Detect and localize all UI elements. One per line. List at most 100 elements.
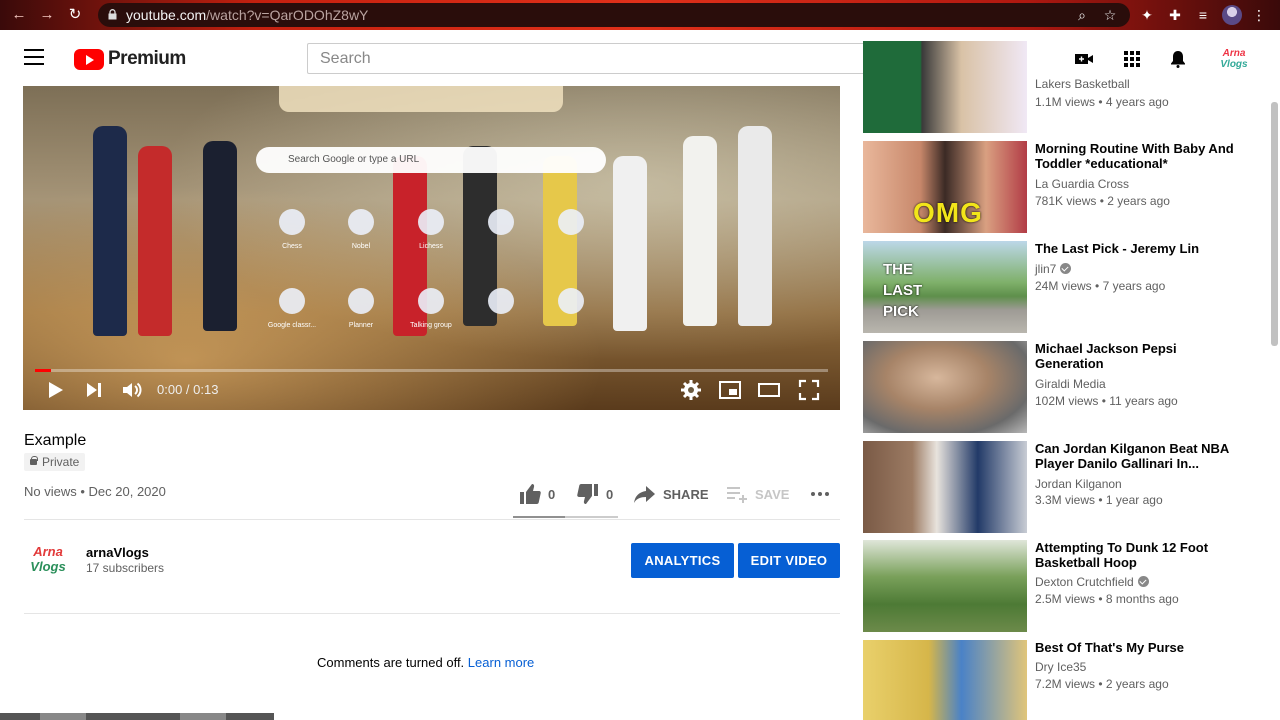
dislike-count: 0 — [606, 486, 614, 502]
video-frame-shortcut-label: Nobel — [351, 243, 371, 250]
youtube-play-icon — [74, 48, 104, 70]
search-input[interactable] — [308, 44, 871, 73]
verified-badge-icon — [1060, 263, 1072, 274]
recommended-title[interactable]: The Last Pick - Jeremy Lin — [1035, 241, 1245, 256]
youtube-premium-logo[interactable]: Premium — [74, 48, 186, 70]
recommended-channel[interactable]: Dexton Crutchfield — [1035, 575, 1149, 589]
recommended-video[interactable]: OMG Morning Routine With Baby And Toddle… — [863, 141, 1263, 233]
back-icon[interactable]: ← — [10, 6, 28, 24]
profile-avatar[interactable] — [1222, 5, 1242, 25]
recommended-channel[interactable]: La Guardia Cross — [1035, 177, 1129, 191]
theater-mode-icon[interactable] — [757, 378, 781, 402]
bookmark-star-icon[interactable]: ☆ — [1102, 7, 1118, 23]
video-thumbnail[interactable] — [863, 640, 1027, 720]
recommended-title[interactable]: Can Jordan Kilganon Beat NBA Player Dani… — [1035, 441, 1245, 471]
video-thumbnail[interactable] — [863, 540, 1027, 632]
video-frame-shortcut-label: Talking group — [410, 322, 452, 329]
channel-avatar-text-bottom: Vlogs — [30, 559, 66, 574]
vertical-scrollbar[interactable] — [1271, 102, 1278, 346]
sentiment-bar — [513, 516, 618, 518]
edit-video-button[interactable]: EDIT VIDEO — [738, 543, 840, 578]
video-figure — [613, 156, 647, 331]
reading-list-icon[interactable]: ≡ — [1194, 6, 1212, 24]
lock-icon — [108, 9, 117, 20]
recommended-video[interactable]: Lakers Basketball 1.1M views • 4 years a… — [863, 41, 1263, 133]
recommended-channel[interactable]: Jordan Kilganon — [1035, 477, 1122, 491]
miniplayer-icon[interactable] — [718, 378, 742, 402]
video-figure — [93, 126, 127, 336]
play-icon[interactable] — [43, 378, 67, 402]
learn-more-link[interactable]: Learn more — [468, 655, 534, 670]
recommended-title[interactable]: Morning Routine With Baby And Toddler *e… — [1035, 141, 1245, 171]
video-thumbnail[interactable]: OMG — [863, 141, 1027, 233]
recommended-title[interactable]: Best Of That's My Purse — [1035, 640, 1245, 655]
video-meta: No views • Dec 20, 2020 — [24, 484, 166, 499]
recommended-video[interactable]: Best Of That's My Purse Dry Ice35 7.2M v… — [863, 640, 1263, 720]
channel-avatar-text-top: Arna — [33, 544, 63, 559]
video-frame-search-text: Search Google or type a URL — [288, 154, 420, 165]
video-frame-shortcut-label: Google classr... — [267, 322, 317, 329]
video-thumbnail[interactable] — [863, 41, 1027, 133]
thumbnail-overlay-text: OMG — [913, 197, 983, 228]
next-icon[interactable] — [82, 378, 106, 402]
divider — [24, 519, 840, 520]
recommended-channel[interactable]: Giraldi Media — [1035, 377, 1106, 391]
zoom-icon[interactable]: ⌕ — [1074, 7, 1090, 23]
thumbs-up-icon — [520, 484, 541, 504]
recommended-video[interactable]: Michael Jackson Pepsi Generation Giraldi… — [863, 341, 1263, 433]
recommended-channel[interactable]: Dry Ice35 — [1035, 660, 1086, 674]
video-frame-shortcut — [558, 209, 584, 235]
chrome-menu-icon[interactable]: ⋮ — [1250, 6, 1268, 24]
video-frame-shortcut — [279, 209, 305, 235]
fullscreen-icon[interactable] — [797, 378, 821, 402]
video-frame-shortcut — [488, 288, 514, 314]
share-button[interactable]: SHARE — [633, 482, 709, 506]
extension-icon[interactable]: ✦ — [1138, 6, 1156, 24]
video-thumbnail[interactable] — [863, 341, 1027, 433]
dislike-button[interactable]: 0 — [576, 482, 613, 506]
subscriber-count: 17 subscribers — [86, 561, 165, 575]
add-to-playlist-icon — [727, 487, 747, 503]
channel-avatar[interactable]: Arna Vlogs — [24, 541, 72, 589]
recommended-channel: Lakers Basketball — [1035, 77, 1130, 91]
save-button[interactable]: SAVE — [725, 482, 789, 506]
recommended-video[interactable]: THE LAST PICK The Last Pick - Jeremy Lin… — [863, 241, 1263, 333]
recommended-meta: 781K views • 2 years ago — [1035, 194, 1170, 208]
analytics-button[interactable]: ANALYTICS — [631, 543, 734, 578]
volume-icon[interactable] — [120, 378, 144, 402]
save-label: SAVE — [755, 486, 790, 502]
recommended-meta: 1.1M views • 4 years ago — [1035, 95, 1169, 109]
search-box[interactable] — [307, 43, 871, 74]
channel-name[interactable]: arnaVlogs — [86, 545, 149, 560]
privacy-badge: Private — [24, 453, 86, 471]
video-frame-shortcut-label: Lichess — [419, 243, 443, 250]
forward-icon[interactable]: → — [38, 6, 56, 24]
video-thumbnail[interactable] — [863, 441, 1027, 533]
video-frame-card — [279, 86, 563, 112]
video-frame-shortcut — [418, 209, 444, 235]
video-thumbnail[interactable]: THE LAST PICK — [863, 241, 1027, 333]
recommended-title[interactable]: Attempting To Dunk 12 Foot Basketball Ho… — [1035, 540, 1245, 570]
hamburger-menu-icon[interactable] — [24, 49, 44, 67]
reload-icon[interactable]: ↻ — [66, 6, 84, 24]
more-actions-button[interactable] — [808, 482, 838, 506]
video-frame-shortcut — [348, 288, 374, 314]
puzzle-icon[interactable]: ✚ — [1166, 6, 1184, 24]
time-display: 0:00 / 0:13 — [157, 382, 219, 397]
progress-bar[interactable] — [35, 369, 828, 372]
recommended-channel[interactable]: jlin7 — [1035, 262, 1072, 276]
recommended-video[interactable]: Attempting To Dunk 12 Foot Basketball Ho… — [863, 540, 1263, 632]
settings-gear-icon[interactable] — [679, 378, 703, 402]
recommended-video[interactable]: Can Jordan Kilganon Beat NBA Player Dani… — [863, 441, 1263, 533]
thumbs-down-icon — [577, 484, 598, 504]
comments-off-text: Comments are turned off. — [317, 655, 465, 670]
browser-toolbar: ← → ↻ youtube.com/watch?v=QarODOhZ8wY ⌕ … — [0, 0, 1280, 30]
address-bar[interactable]: youtube.com/watch?v=QarODOhZ8wY ⌕ ☆ — [98, 3, 1130, 27]
horizontal-scrollbar[interactable] — [0, 713, 274, 720]
recommended-meta: 2.5M views • 8 months ago — [1035, 592, 1179, 606]
video-frame-shortcut — [279, 288, 305, 314]
view-count: No views — [24, 484, 77, 499]
like-button[interactable]: 0 — [518, 482, 555, 506]
video-player[interactable]: Search Google or type a URL Chess Nobel … — [23, 86, 840, 410]
recommended-title[interactable]: Michael Jackson Pepsi Generation — [1035, 341, 1245, 371]
